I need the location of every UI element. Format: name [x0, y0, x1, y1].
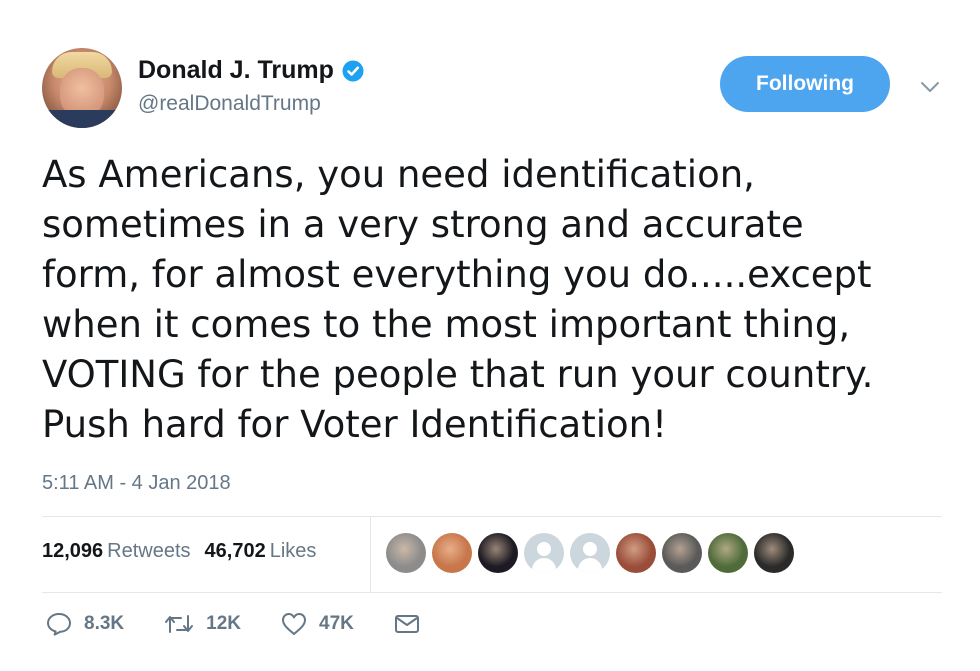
retweet-icon [164, 613, 194, 635]
likes-label: Likes [269, 540, 317, 562]
author-handle[interactable]: @realDonaldTrump [138, 92, 321, 116]
direct-message-action[interactable] [394, 614, 420, 634]
liker-avatar-5[interactable] [570, 533, 610, 573]
heart-icon [281, 612, 307, 636]
divider-bottom [42, 592, 942, 593]
author-avatar[interactable] [42, 48, 122, 128]
retweets-count: 12,096 [42, 540, 104, 562]
retweet-count: 12K [206, 613, 241, 634]
like-action[interactable]: 47K [281, 612, 354, 636]
liker-avatar-1[interactable] [386, 533, 426, 573]
reply-icon [46, 612, 72, 636]
tweet-text: As Americans, you need identification, s… [42, 153, 874, 446]
divider-top [42, 516, 942, 517]
retweets-label: Retweets [107, 540, 191, 562]
envelope-icon [394, 614, 420, 634]
tweet-actions: 8.3K 12K 47K [46, 612, 460, 636]
retweet-action[interactable]: 12K [164, 613, 241, 635]
like-count: 47K [319, 613, 354, 634]
retweets-stat[interactable]: 12,096 Retweets [42, 540, 191, 563]
tweet-timestamp[interactable]: 5:11 AM - 4 Jan 2018 [42, 472, 231, 495]
reply-action[interactable]: 8.3K [46, 612, 124, 636]
likes-stat[interactable]: 46,702 Likes [205, 540, 317, 563]
liker-avatar-7[interactable] [662, 533, 702, 573]
tweet-stats: 12,096 Retweets 46,702 Likes [42, 540, 316, 563]
liker-avatar-9[interactable] [754, 533, 794, 573]
default-avatar-head [537, 542, 551, 556]
author-name-row: Donald J. Trump [138, 56, 364, 85]
liker-avatar-4[interactable] [524, 533, 564, 573]
verified-badge-icon [342, 60, 364, 82]
avatar-suit [42, 110, 122, 128]
default-avatar-body [578, 558, 602, 573]
default-avatar-head [583, 542, 597, 556]
liker-avatar-3[interactable] [478, 533, 518, 573]
reply-count: 8.3K [84, 613, 125, 634]
liker-avatar-8[interactable] [708, 533, 748, 573]
liker-avatar-2[interactable] [432, 533, 472, 573]
tweet-card: Donald J. Trump @realDonaldTrump Followi… [0, 0, 980, 671]
stats-vertical-divider [370, 516, 371, 592]
liker-avatars [386, 533, 794, 573]
liker-avatar-6[interactable] [616, 533, 656, 573]
author-display-name[interactable]: Donald J. Trump [138, 56, 334, 85]
following-button[interactable]: Following [720, 56, 890, 112]
likes-count: 46,702 [204, 540, 266, 562]
more-options-chevron-down-icon[interactable] [914, 74, 946, 100]
default-avatar-body [532, 558, 556, 573]
